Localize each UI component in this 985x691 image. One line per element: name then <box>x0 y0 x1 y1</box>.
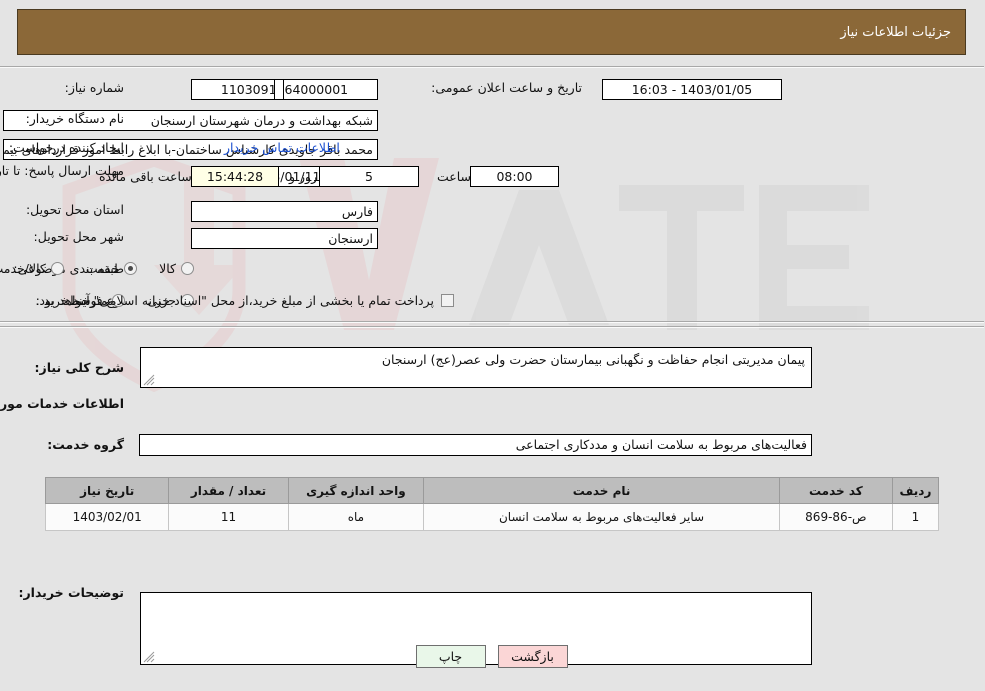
service-group-input[interactable]: فعالیت‌های مربوط به سلامت انسان و مددکار… <box>140 434 813 456</box>
announce-date-input[interactable]: 1403/01/05 - 16:03 <box>603 79 783 100</box>
col-qty: تعداد / مقدار <box>169 477 290 504</box>
services-section-title: اطلاعات خدمات مورد نیاز <box>0 396 125 411</box>
col-radif: ردیف <box>892 477 941 504</box>
col-date: تاریخ نیاز <box>45 477 171 504</box>
col-name: نام خدمت <box>424 477 781 504</box>
cell-date: 1403/02/01 <box>45 503 171 531</box>
description-label: شرح کلی نیاز: <box>35 360 125 375</box>
time-label: ساعت <box>438 169 473 184</box>
button-bar: بازگشت چاپ <box>0 645 985 668</box>
deadline-label-wrap: مهلت ارسال پاسخ: تا تاریخ: <box>0 163 125 179</box>
city-label-wrap: شهر محل تحویل: <box>35 229 125 244</box>
divider-mid-2 <box>0 326 985 328</box>
days-input[interactable]: 5 <box>320 166 420 187</box>
radio-label-kala: کالا <box>160 261 177 276</box>
resize-grip-icon[interactable] <box>144 374 156 386</box>
col-unit: واحد اندازه گیری <box>288 477 426 504</box>
buyer-notes-label: توضیحات خریدار: <box>19 585 125 600</box>
buyer-org-label-wrap: نام دستگاه خریدار: <box>27 111 125 126</box>
description-text: پیمان مدیریتی انجام حفاظت و نگهبانی بیما… <box>382 352 806 367</box>
cell-radif: 1 <box>892 503 941 531</box>
radio-icon-kala[interactable] <box>182 262 195 275</box>
radio-option-kala[interactable]: کالا <box>160 261 195 276</box>
services-table: ردیف کد خدمت نام خدمت واحد اندازه گیری ت… <box>45 477 941 531</box>
time-input[interactable]: 08:00 <box>471 166 560 187</box>
radio-label-khedmat: خدمت <box>86 261 121 276</box>
radio-icon-kala-khedmat[interactable] <box>51 262 65 275</box>
contact-link-wrap[interactable]: اطلاعات تماس خریدار <box>225 140 341 155</box>
radio-icon-khedmat[interactable] <box>125 262 139 275</box>
treasury-checkbox-row[interactable]: پرداخت تمام یا بخشی از مبلغ خرید،از محل … <box>36 293 455 308</box>
back-button[interactable]: بازگشت <box>498 645 569 668</box>
radio-option-khedmat[interactable]: خدمت <box>86 261 139 276</box>
need-number-label: شماره نیاز: <box>65 80 125 95</box>
announce-label-wrap: تاریخ و ساعت اعلان عمومی: <box>432 80 583 95</box>
treasury-checkbox-label: پرداخت تمام یا بخشی از مبلغ خرید،از محل … <box>36 293 435 308</box>
cell-code: ص-86-869 <box>779 503 894 531</box>
table-header-row: ردیف کد خدمت نام خدمت واحد اندازه گیری ت… <box>45 477 941 504</box>
creator-label-wrap: ایجاد کننده درخواست: <box>10 140 125 155</box>
cell-qty: 11 <box>169 503 290 531</box>
print-button[interactable]: چاپ <box>416 645 487 668</box>
treasury-checkbox-icon[interactable] <box>442 294 455 307</box>
city-input[interactable]: ارسنجان <box>192 228 379 249</box>
province-label: استان محل تحویل: <box>26 202 125 217</box>
days-label: روز و <box>290 169 319 184</box>
buyer-contact-link[interactable]: اطلاعات تماس خریدار <box>225 140 341 155</box>
radio-option-kala-khedmat[interactable]: کالا/خدمت <box>0 261 65 276</box>
radio-label-kala-khedmat: کالا/خدمت <box>0 261 47 276</box>
announce-date-label: تاریخ و ساعت اعلان عمومی: <box>432 80 583 95</box>
deadline-label: مهلت ارسال پاسخ: تا تاریخ: <box>0 163 125 178</box>
service-group-label: گروه خدمت: <box>48 437 125 452</box>
page-root: جزئیات اطلاعات نیاز شماره نیاز: 11030913… <box>0 0 985 691</box>
divider-mid <box>0 321 985 323</box>
cell-unit: ماه <box>288 503 426 531</box>
category-radio-group: کالا خدمت کالا/خدمت <box>0 261 195 276</box>
province-label-wrap: استان محل تحویل: <box>27 202 125 217</box>
spacer-a <box>275 79 285 100</box>
divider-top <box>0 66 985 68</box>
buyer-org-label: نام دستگاه خریدار: <box>26 111 125 126</box>
page-header: جزئیات اطلاعات نیاز <box>18 9 967 55</box>
field-need-number: شماره نیاز: <box>66 80 125 95</box>
col-code: کد خدمت <box>779 477 894 504</box>
creator-label: ایجاد کننده درخواست: <box>9 140 125 155</box>
table-row: 1 ص-86-869 سایر فعالیت‌های مربوط به سلام… <box>45 503 941 531</box>
cell-name: سایر فعالیت‌های مربوط به سلامت انسان <box>424 503 781 531</box>
countdown-input: 15:44:28 <box>192 166 280 187</box>
city-label: شهر محل تحویل: <box>34 229 125 244</box>
description-textarea[interactable]: پیمان مدیریتی انجام حفاظت و نگهبانی بیما… <box>141 347 813 388</box>
need-number-input[interactable]: 1103091364000001 <box>192 79 379 100</box>
province-input[interactable]: فارس <box>192 201 379 222</box>
page-title: جزئیات اطلاعات نیاز <box>841 24 952 40</box>
